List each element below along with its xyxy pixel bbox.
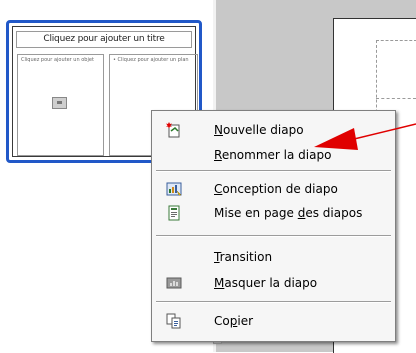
menu-item-hide-slide[interactable]: Masquer la diapo: [152, 272, 395, 294]
menu-label-slide-design: Conception de diapo: [214, 182, 338, 196]
object-placeholder: Cliquez pour ajouter un objet: [17, 54, 104, 156]
menu-item-transition[interactable]: Transition: [152, 246, 395, 268]
copy-icon: [166, 313, 182, 329]
slide-layout-icon: [166, 205, 182, 221]
menu-label-slide-layout: Mise en page des diapos: [214, 206, 363, 220]
menu-label-new-slide: Nouvelle diapo: [214, 123, 304, 137]
slide-title-placeholder: Cliquez pour ajouter un titre: [16, 31, 192, 48]
new-slide-icon: [166, 122, 182, 138]
object-icon: [52, 97, 67, 109]
menu-label-copy: Copier: [214, 314, 254, 328]
hide-slide-icon: [166, 275, 182, 291]
slide-design-icon: [166, 181, 182, 197]
menu-item-slide-design[interactable]: Conception de diapo: [152, 178, 395, 200]
outline-placeholder-text: • Cliquez pour ajouter un plan: [113, 57, 189, 63]
menu-separator: [156, 170, 391, 172]
annotation-arrow-icon: [314, 123, 416, 150]
menu-separator: [156, 235, 391, 237]
menu-separator: [156, 301, 391, 303]
menu-label-transition: Transition: [214, 250, 273, 264]
menu-item-copy[interactable]: Copier: [152, 310, 395, 332]
menu-item-slide-layout[interactable]: Mise en page des diapos: [152, 202, 395, 224]
menu-label-hide-slide: Masquer la diapo: [214, 276, 318, 290]
placeholder-divider: [376, 98, 416, 99]
object-placeholder-text: Cliquez pour ajouter un objet: [21, 57, 94, 63]
